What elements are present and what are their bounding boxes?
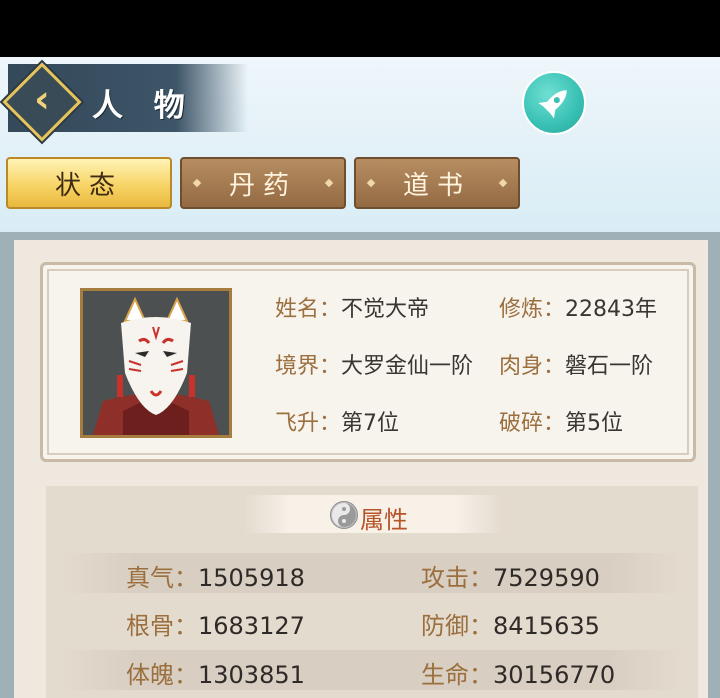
attr-label: 防御： xyxy=(421,612,493,640)
name-label: 姓名： xyxy=(275,297,342,322)
attr-value: 30156770 xyxy=(493,661,616,689)
attr-value: 1505918 xyxy=(198,564,305,592)
rocket-icon xyxy=(538,90,567,119)
realm-label: 境界： xyxy=(275,354,342,379)
attr-label: 攻击： xyxy=(421,564,493,592)
fox-mask-avatar xyxy=(83,291,229,435)
shatter-field: 破碎：第5位 xyxy=(499,405,623,437)
realm-field: 境界：大罗金仙一阶 xyxy=(275,348,473,380)
attr-value: 1303851 xyxy=(198,661,305,689)
attr-label: 真气： xyxy=(126,564,198,592)
chevron-left-icon: ‹ xyxy=(34,77,50,122)
rocket-button[interactable] xyxy=(522,71,586,135)
cultivation-field: 修炼：22843年 xyxy=(499,291,657,323)
decor-dot xyxy=(366,178,376,188)
body-value: 磐石一阶 xyxy=(565,354,654,379)
tab-status[interactable]: 状态 xyxy=(6,157,172,209)
attr-qi: 真气：1505918 xyxy=(126,558,305,593)
ascend-value: 第7位 xyxy=(341,411,400,436)
yin-yang-icon xyxy=(330,501,358,529)
attr-label: 根骨： xyxy=(126,612,198,640)
attr-value: 1683127 xyxy=(198,612,305,640)
shatter-label: 破碎： xyxy=(499,411,566,436)
tab-label: 道书 xyxy=(402,170,471,201)
cultivation-value: 22843年 xyxy=(565,297,658,322)
avatar xyxy=(80,288,232,438)
attr-attack: 攻击：7529590 xyxy=(421,558,600,593)
attr-value: 8415635 xyxy=(493,612,600,640)
ascend-label: 飞升： xyxy=(275,411,342,436)
ascend-field: 飞升：第7位 xyxy=(275,405,399,437)
attr-defense: 防御：8415635 xyxy=(421,606,600,641)
decor-dot xyxy=(192,178,202,188)
tab-label: 丹药 xyxy=(228,170,297,201)
decor-dot xyxy=(498,178,508,188)
body-label: 肉身： xyxy=(499,354,566,379)
attr-label: 生命： xyxy=(421,661,493,689)
name-value: 不觉大帝 xyxy=(341,297,430,322)
page-title: 人 物 xyxy=(92,88,195,124)
tab-label: 状态 xyxy=(54,170,123,201)
attr-life: 生命：30156770 xyxy=(421,655,615,690)
cultivation-label: 修炼： xyxy=(499,297,566,322)
decor-dot xyxy=(324,178,334,188)
tab-book[interactable]: 道书 xyxy=(354,157,520,209)
shatter-value: 第5位 xyxy=(565,411,624,436)
realm-value: 大罗金仙一阶 xyxy=(341,354,474,379)
attr-label: 体魄： xyxy=(126,661,198,689)
attr-physique: 体魄：1303851 xyxy=(126,655,305,690)
attr-bone: 根骨：1683127 xyxy=(126,606,305,641)
body-field: 肉身：磐石一阶 xyxy=(499,348,653,380)
attributes-title: 属性 xyxy=(360,506,408,534)
attr-value: 7529590 xyxy=(493,564,600,592)
tab-elixir[interactable]: 丹药 xyxy=(180,157,346,209)
name-field: 姓名：不觉大帝 xyxy=(275,291,429,323)
